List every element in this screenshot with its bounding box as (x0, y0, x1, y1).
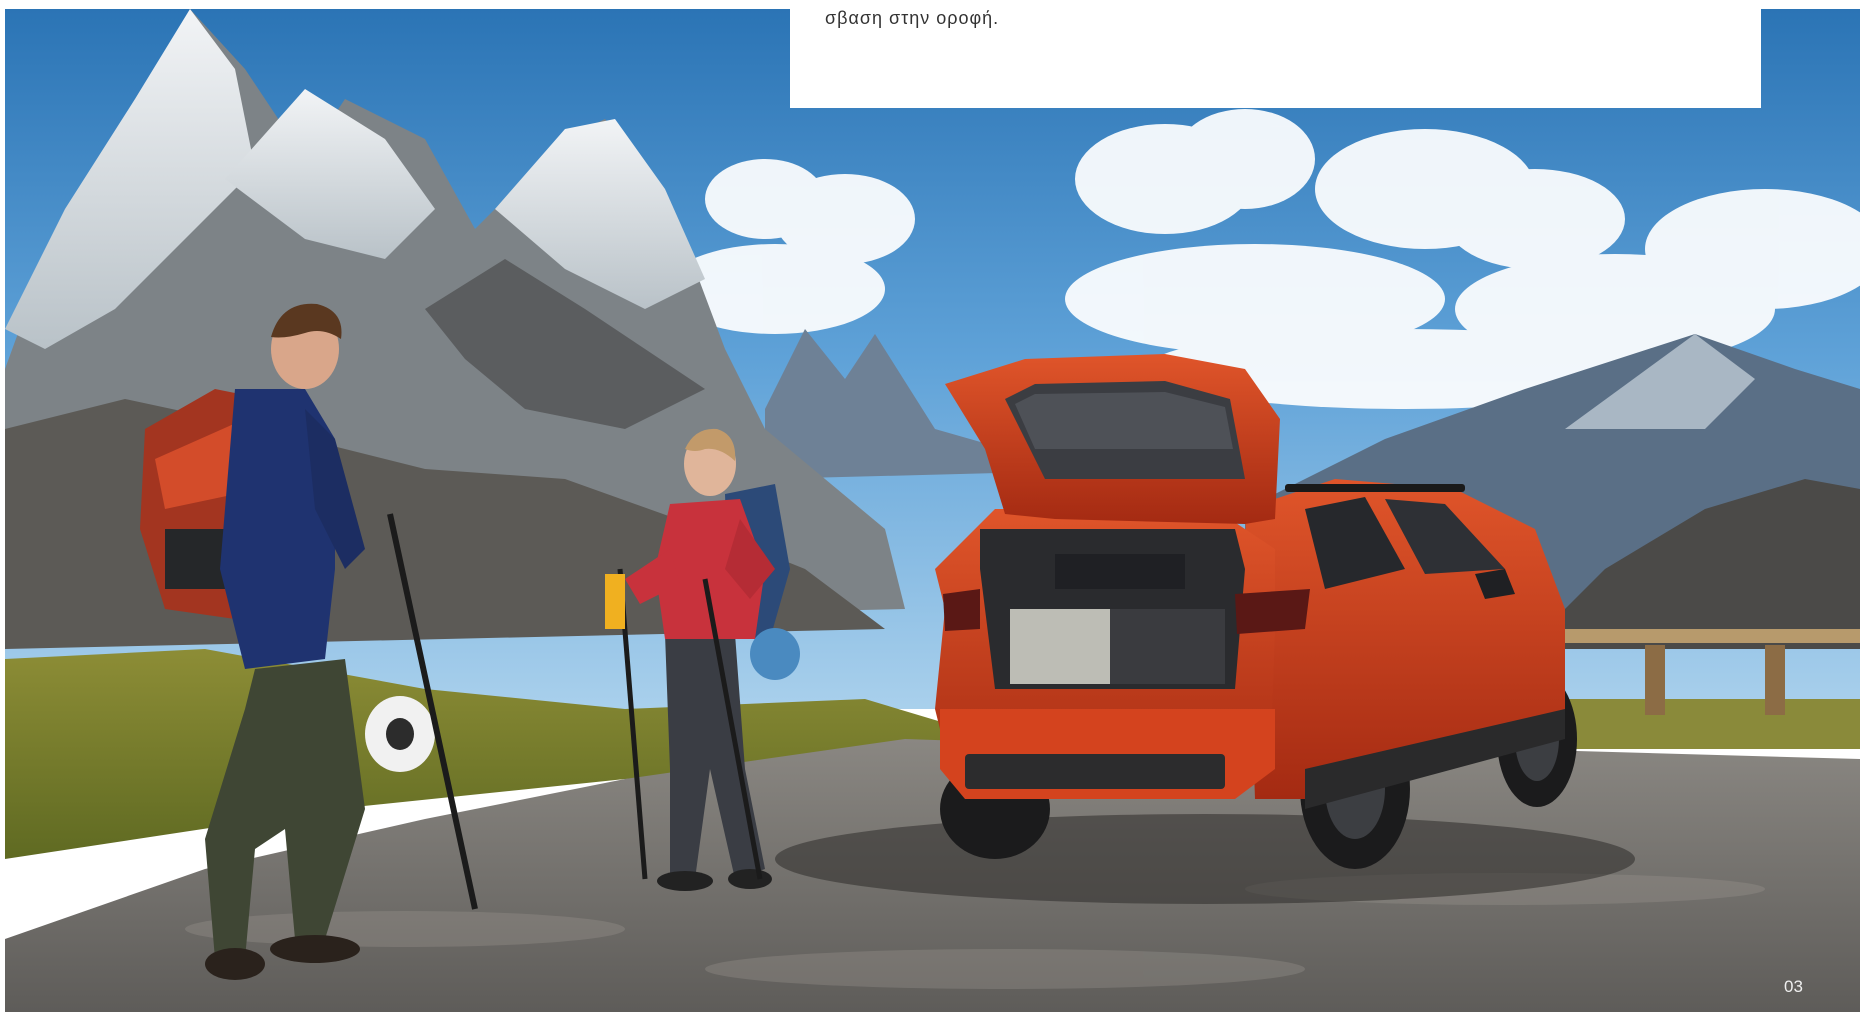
rear-bumper-skid (965, 754, 1225, 789)
brochure-page: 03 σβαση στην οροφή. (0, 0, 1860, 1014)
tail-light-left (943, 589, 980, 631)
cargo-box (1010, 609, 1110, 684)
hero-photo: 03 (5, 9, 1860, 1012)
tail-light-right (1235, 589, 1310, 634)
text-panel: σβαση στην οροφή. (790, 0, 1761, 108)
page-number: 03 (1784, 977, 1803, 996)
mountain-photo-icon (5, 9, 1860, 1012)
body-text-line: σβαση στην οροφή. (825, 8, 1000, 28)
